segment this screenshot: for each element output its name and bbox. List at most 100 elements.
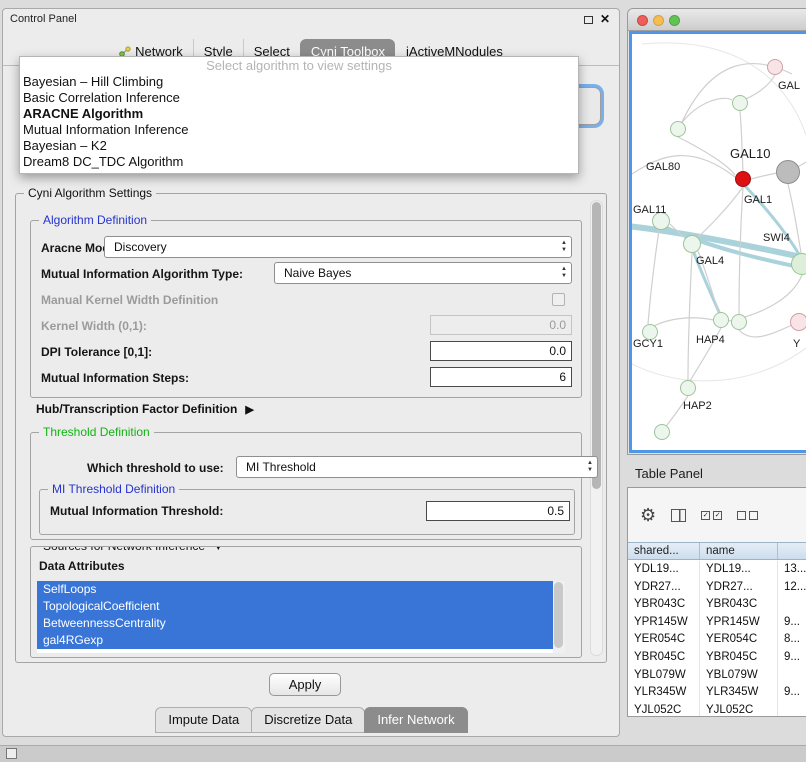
attributes-scrollbar-track (553, 581, 565, 653)
table-row[interactable]: YER054CYER054C8... (628, 631, 806, 649)
table-row[interactable]: YLR345WYLR345W9... (628, 684, 806, 702)
network-view-window: GAL GAL80 GAL10 GAL1 GAL11 SWI4 GAL4 GCY… (627, 8, 806, 455)
mi-steps-field[interactable]: 6 (430, 367, 572, 387)
hub-transcription-section-toggle[interactable]: Hub/Transcription Factor Definition▶ (36, 402, 254, 416)
table-row[interactable]: YJL052CYJL052C (628, 702, 806, 716)
network-node-gal4[interactable] (683, 235, 701, 253)
cell: YJL052C (700, 702, 778, 716)
network-node-swi4[interactable] (791, 253, 806, 275)
mi-algorithm-type-dropdown[interactable]: Naive Bayes ▲▼ (274, 262, 572, 284)
network-node[interactable] (767, 59, 783, 75)
table-row[interactable]: YBR045CYBR045C9... (628, 649, 806, 667)
minimize-traffic-light[interactable] (653, 15, 664, 26)
attribute-item-selected[interactable]: TopologicalCoefficient (37, 598, 565, 615)
tab-discretize-data[interactable]: Discretize Data (251, 707, 365, 733)
cell: YJL052C (628, 702, 700, 716)
select-all-icon[interactable]: ✓ ✓ (701, 511, 722, 520)
table-header-row: shared... name (628, 542, 806, 560)
cell: YLR345W (628, 684, 700, 702)
table-row[interactable]: YPR145WYPR145W9... (628, 614, 806, 632)
dpi-tolerance-field[interactable]: 0.0 (430, 341, 572, 361)
network-node-hap2[interactable] (680, 380, 696, 396)
checked-box-icon: ✓ (701, 511, 710, 520)
algorithm-dropdown-popup: Select algorithm to view settings Bayesi… (19, 56, 579, 174)
deselect-all-icon[interactable] (737, 511, 758, 520)
which-threshold-dropdown[interactable]: MI Threshold ▲▼ (236, 456, 598, 478)
network-node[interactable] (790, 313, 806, 331)
table-row[interactable]: YBL079WYBL079W (628, 667, 806, 685)
column-header-shared[interactable]: shared... (628, 543, 700, 559)
cell: YER054C (628, 631, 700, 649)
network-node-gal10[interactable] (735, 171, 751, 187)
table-row[interactable]: YBR043CYBR043C (628, 596, 806, 614)
node-label: GAL1 (744, 194, 772, 206)
chevron-down-icon[interactable]: ▼ (208, 546, 223, 553)
gear-icon[interactable]: ⚙ (640, 505, 656, 526)
algorithm-option[interactable]: Basic Correlation Inference (20, 90, 578, 106)
network-node[interactable] (654, 424, 670, 440)
control-panel-window: Control Panel ✕ Network Style Select Cyn… (2, 8, 620, 737)
cell: YBR045C (628, 649, 700, 667)
show-columns-icon[interactable] (671, 509, 686, 522)
node-label: HAP4 (696, 334, 725, 346)
dpi-tolerance-label: DPI Tolerance [0,1]: (41, 341, 152, 363)
kernel-width-field[interactable]: 0.0 (430, 315, 572, 335)
algorithm-option[interactable]: Bayesian – K2 (20, 138, 578, 154)
node-label: GAL11 (633, 204, 666, 216)
table-row[interactable]: YDL19...YDL19...13... (628, 561, 806, 579)
node-label: HAP2 (683, 400, 712, 412)
control-panel-titlebar: Control Panel ✕ (3, 9, 619, 31)
network-node-hap4[interactable] (713, 312, 729, 328)
combo-arrows-icon: ▲▼ (561, 266, 567, 280)
chevron-right-icon: ▶ (237, 404, 253, 416)
cell: YBL079W (628, 667, 700, 685)
aracne-mode-dropdown[interactable]: Discovery ▲▼ (104, 236, 572, 258)
node-label: Y (793, 338, 800, 350)
network-node[interactable] (670, 121, 686, 137)
bottom-panel-toggle-icon[interactable] (6, 748, 17, 759)
network-node[interactable] (732, 95, 748, 111)
column-header-name[interactable]: name (700, 543, 778, 559)
settings-scrollbar-thumb[interactable] (592, 202, 601, 489)
column-header-extra[interactable] (778, 543, 806, 559)
mi-steps-label: Mutual Information Steps: (41, 367, 189, 389)
manual-kernel-width-checkbox[interactable] (552, 293, 565, 306)
sources-group: Sources for Network Inference ▼ Data Att… (30, 546, 582, 658)
network-node[interactable] (731, 314, 747, 330)
cell: YDL19... (628, 561, 700, 579)
cell: YBR043C (628, 596, 700, 614)
cell: YDL19... (700, 561, 778, 579)
tab-impute-data[interactable]: Impute Data (155, 707, 252, 733)
algorithm-option[interactable]: Mutual Information Inference (20, 122, 578, 138)
cyni-algorithm-settings-group: Cyni Algorithm Settings Algorithm Defini… (15, 193, 607, 663)
cell: YBL079W (700, 667, 778, 685)
attributes-scrollbar-thumb[interactable] (554, 582, 563, 648)
algorithm-option[interactable]: Dream8 DC_TDC Algorithm (20, 154, 578, 170)
checked-box-icon: ✓ (713, 511, 722, 520)
mi-threshold-definition-title: MI Threshold Definition (48, 482, 179, 496)
algorithm-option-selected[interactable]: ARACNE Algorithm (20, 106, 578, 122)
kernel-width-label: Kernel Width (0,1): (41, 315, 147, 337)
network-window-titlebar[interactable] (628, 9, 806, 31)
zoom-traffic-light[interactable] (669, 15, 680, 26)
algorithm-option[interactable]: Bayesian – Hill Climbing (20, 74, 578, 90)
control-panel-title: Control Panel (10, 13, 77, 25)
attribute-item-selected[interactable]: gal4RGexp (37, 632, 565, 649)
settings-group-title: Cyni Algorithm Settings (24, 186, 156, 200)
threshold-definition-group: Threshold Definition Which threshold to … (30, 432, 582, 540)
tab-infer-network[interactable]: Infer Network (364, 707, 467, 733)
table-row[interactable]: YDR27...YDR27...12... (628, 579, 806, 597)
apply-button[interactable]: Apply (269, 673, 341, 696)
attribute-item-selected[interactable]: BetweennessCentrality (37, 615, 565, 632)
float-window-icon[interactable] (584, 16, 593, 24)
cell: 9... (778, 649, 806, 667)
close-traffic-light[interactable] (637, 15, 648, 26)
which-threshold-label: Which threshold to use: (87, 457, 224, 479)
network-canvas[interactable]: GAL GAL80 GAL10 GAL1 GAL11 SWI4 GAL4 GCY… (629, 31, 806, 453)
mi-threshold-field[interactable]: 0.5 (426, 501, 570, 521)
attribute-item-selected[interactable]: SelfLoops (37, 581, 565, 598)
table-toolbar: ⚙ ✓ ✓ (628, 488, 806, 542)
network-node[interactable] (776, 160, 800, 184)
data-attributes-label: Data Attributes (39, 555, 125, 577)
close-icon[interactable]: ✕ (600, 12, 610, 26)
